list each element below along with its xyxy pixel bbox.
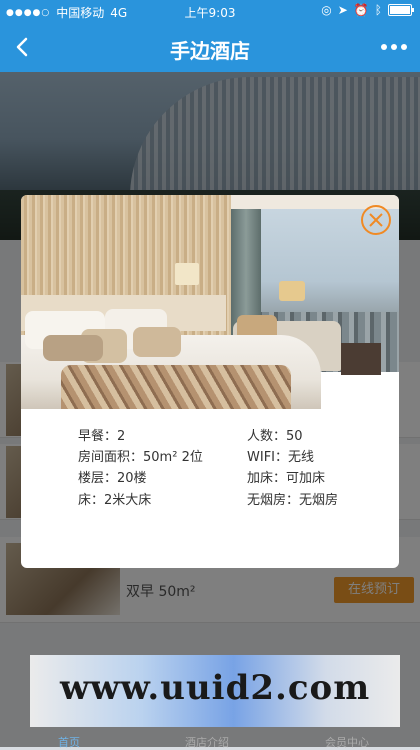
status-bar: ●●●●○ 中国移动 4G 上午9:03 ◎ ➤ ⏰ ᛒ xyxy=(0,0,420,22)
detail-floor: 楼层：20楼 xyxy=(78,471,147,486)
tab-home[interactable]: 首页 xyxy=(58,734,80,750)
close-icon xyxy=(369,213,383,227)
battery-icon xyxy=(388,4,414,16)
detail-non-smoking: 无烟房：无烟房 xyxy=(247,493,339,508)
alarm-icon: ⏰ xyxy=(353,3,369,17)
room-details: 早餐：2 人数：50 房间面积：50m² 2位 WIFI：无线 楼层：20楼 加… xyxy=(21,409,399,568)
more-options-button[interactable] xyxy=(376,32,412,62)
room-photo xyxy=(21,195,399,409)
more-dots-icon xyxy=(381,44,407,50)
detail-guests: 人数：50 xyxy=(247,429,303,444)
page-title: 手边酒店 xyxy=(170,39,250,63)
location-icon: ➤ xyxy=(337,3,348,17)
orientation-lock-icon: ◎ xyxy=(321,3,332,17)
detail-breakfast: 早餐：2 xyxy=(78,429,126,444)
tab-hotel-intro[interactable]: 酒店介绍 xyxy=(185,734,229,750)
detail-extra-bed: 加床：可加床 xyxy=(247,471,326,486)
room-detail-dialog: 早餐：2 人数：50 房间面积：50m² 2位 WIFI：无线 楼层：20楼 加… xyxy=(21,195,399,568)
detail-bed: 床：2米大床 xyxy=(78,493,152,508)
detail-room-area: 房间面积：50m² 2位 xyxy=(78,450,203,465)
tab-member-center[interactable]: 会员中心 xyxy=(325,734,369,750)
detail-wifi: WIFI：无线 xyxy=(247,450,315,465)
bluetooth-icon: ᛒ xyxy=(374,3,382,17)
close-dialog-button[interactable] xyxy=(361,205,391,235)
watermark-text: www.uuid2.com xyxy=(60,668,371,708)
nav-bar: 手边酒店 xyxy=(0,22,420,72)
